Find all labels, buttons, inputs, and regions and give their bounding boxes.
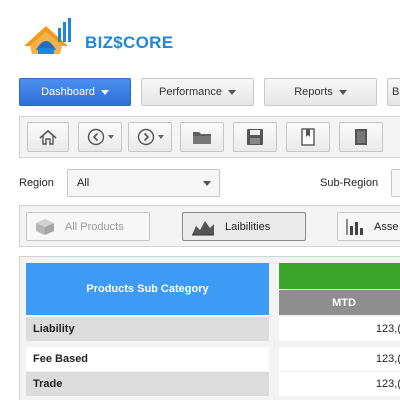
- subregion-label: Sub-Region: [320, 177, 379, 189]
- house-chart-logo-icon: [24, 18, 71, 54]
- open-folder-button[interactable]: [180, 122, 224, 152]
- tab-assets-label: Asse: [374, 220, 399, 233]
- tab-all-products[interactable]: All Products: [26, 212, 150, 241]
- area-chart-icon: [192, 220, 214, 235]
- chevron-down-icon: [338, 89, 347, 95]
- region-label: Region: [19, 177, 54, 189]
- forward-button[interactable]: [128, 122, 172, 152]
- document-icon: [355, 129, 367, 145]
- column-group-header: [279, 263, 400, 289]
- column-header-mtd: MTD: [279, 290, 400, 315]
- table-row-value: 123,(: [279, 372, 400, 396]
- nav-reports-button[interactable]: Reports: [264, 78, 377, 106]
- region-select[interactable]: All: [67, 169, 220, 197]
- region-value: All: [77, 177, 90, 189]
- home-icon: [39, 129, 57, 145]
- forward-icon: [137, 128, 154, 146]
- home-button[interactable]: [27, 122, 69, 152]
- table-row-name: Fee Based: [26, 347, 269, 371]
- table-row-name: Liability: [26, 317, 269, 341]
- chevron-down-icon: [157, 135, 164, 139]
- chevron-down-icon: [100, 89, 109, 95]
- tab-laibilities-label: Laibilities: [225, 220, 271, 233]
- nav-dashboard-label: Dashboard: [41, 86, 95, 98]
- table-row-name: Trade: [26, 372, 269, 396]
- nav-dashboard-button[interactable]: Dashboard: [19, 78, 131, 106]
- nav-more-button[interactable]: B: [387, 78, 400, 106]
- bookmark-icon: [301, 128, 315, 146]
- tab-all-products-label: All Products: [65, 220, 124, 233]
- table-row-value: 123,(: [279, 347, 400, 371]
- nav-performance-label: Performance: [159, 86, 222, 98]
- bar-chart-icon: [346, 218, 363, 235]
- nav-reports-label: Reports: [294, 86, 333, 98]
- cube-icon: [36, 218, 54, 235]
- back-button[interactable]: [78, 122, 122, 152]
- nav-more-label: B: [392, 86, 400, 98]
- chevron-down-icon: [227, 89, 236, 95]
- subregion-select[interactable]: [391, 169, 400, 197]
- tab-laibilities[interactable]: Laibilities: [182, 212, 306, 241]
- document-button[interactable]: [339, 122, 383, 152]
- nav-performance-button[interactable]: Performance: [141, 78, 254, 106]
- back-icon: [87, 128, 104, 146]
- save-icon: [247, 129, 263, 145]
- tab-assets[interactable]: Asse: [337, 212, 400, 241]
- app-logo: BIZ$CORE: [22, 18, 192, 60]
- bookmark-button[interactable]: [286, 122, 330, 152]
- logo-text: BIZ$CORE: [85, 33, 174, 52]
- chevron-down-icon: [107, 135, 114, 139]
- save-button[interactable]: [233, 122, 277, 152]
- column-header-category: Products Sub Category: [26, 263, 269, 315]
- folder-icon: [193, 132, 211, 144]
- chevron-down-icon: [203, 181, 211, 186]
- table-row-value: 123,(: [279, 317, 400, 341]
